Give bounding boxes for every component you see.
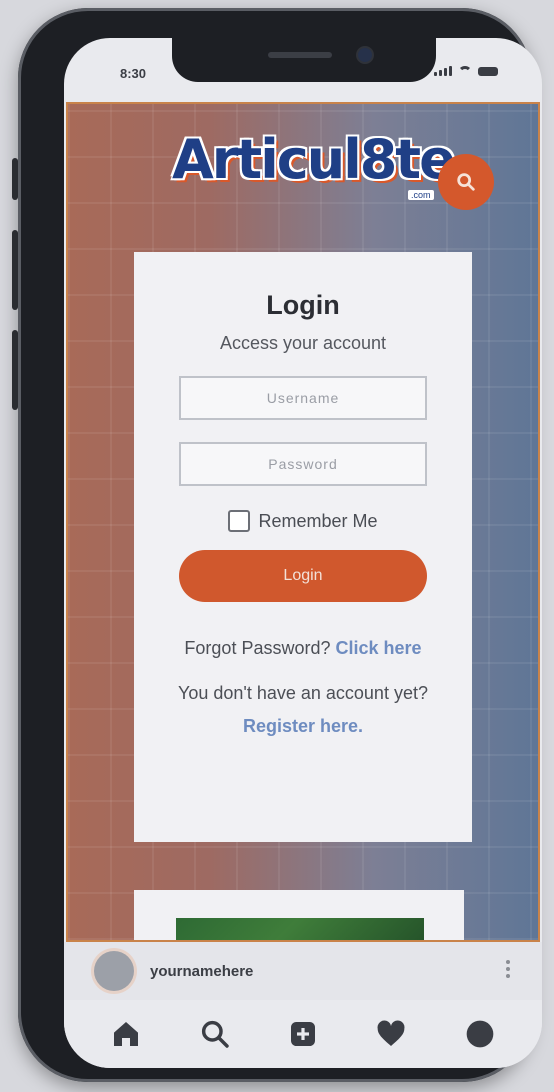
forgot-password-link[interactable]: Click here: [336, 638, 422, 658]
username[interactable]: yournamehere: [150, 963, 253, 980]
camera-icon: [358, 48, 372, 62]
phone-frame: 8:30 Articul8te .com Login Access your a…: [12, 8, 542, 1082]
search-button[interactable]: [438, 154, 494, 210]
post-header: yournamehere: [64, 942, 542, 1000]
bottom-tab-bar: [64, 1000, 542, 1068]
register-link[interactable]: Register here.: [243, 716, 363, 736]
username-input[interactable]: [179, 376, 427, 420]
tab-home[interactable]: [108, 1016, 144, 1052]
status-icons: [434, 66, 498, 76]
site-logo[interactable]: Articul8te: [172, 128, 456, 191]
speaker: [268, 52, 332, 58]
battery-icon: [478, 67, 498, 76]
remember-me-checkbox[interactable]: [228, 510, 251, 532]
tab-profile[interactable]: [462, 1016, 498, 1052]
forgot-password-prompt: Forgot Password?: [184, 638, 331, 658]
login-button[interactable]: Login: [179, 550, 427, 602]
login-card: Login Access your account Remember Me Lo…: [134, 252, 472, 842]
home-icon: [114, 1022, 139, 1046]
status-time: 8:30: [120, 66, 147, 81]
login-subtitle: Access your account: [219, 333, 387, 353]
search-icon: [201, 1020, 229, 1048]
wifi-icon: [458, 66, 472, 76]
register-prompt: You don't have an account yet?: [178, 683, 428, 703]
password-input[interactable]: [179, 442, 427, 486]
add-post-icon: [290, 1022, 315, 1046]
notch: [172, 38, 436, 82]
silent-switch: [12, 158, 18, 200]
web-content: Articul8te .com Login Access your accoun…: [66, 102, 540, 942]
profile-icon: [466, 1020, 494, 1048]
volume-down-button: [12, 330, 18, 410]
forgot-password-text: Forgot Password? Click here: [173, 632, 433, 665]
phone-screen: 8:30 Articul8te .com Login Access your a…: [64, 38, 542, 1068]
avatar[interactable]: [94, 951, 134, 991]
tab-activity[interactable]: [373, 1016, 409, 1052]
site-logo-domain: .com: [408, 190, 434, 200]
remember-me[interactable]: Remember Me: [228, 510, 378, 532]
register-text: You don't have an account yet? Register …: [173, 677, 433, 743]
tab-search[interactable]: [197, 1016, 233, 1052]
volume-up-button: [12, 230, 18, 310]
content-image[interactable]: [176, 918, 424, 940]
more-options-icon[interactable]: [506, 960, 510, 978]
signal-icon: [434, 66, 452, 76]
login-title: Login: [266, 290, 340, 320]
search-icon: [457, 173, 475, 191]
heart-icon: [377, 1020, 405, 1046]
tab-add-post[interactable]: [285, 1016, 321, 1052]
content-card: [134, 890, 464, 940]
remember-me-label: Remember Me: [258, 510, 378, 531]
